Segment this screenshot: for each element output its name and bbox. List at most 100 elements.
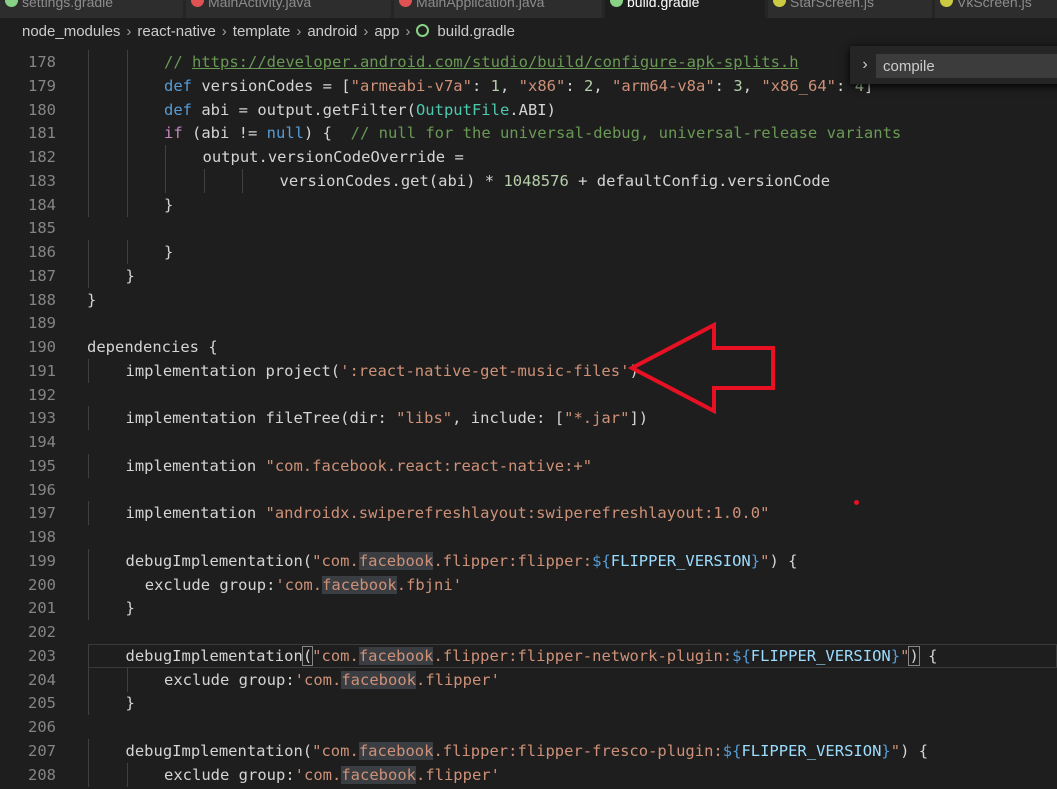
code-line[interactable]: 202 — [0, 620, 1057, 644]
code-line[interactable]: 205} — [0, 691, 1057, 716]
code-text: implementation fileTree(dir: "libs", inc… — [126, 406, 649, 430]
code-line[interactable]: 192 — [0, 383, 1057, 407]
code-token: FLIPPER_VERSION — [610, 551, 751, 570]
find-input[interactable] — [876, 54, 1057, 78]
line-number: 192 — [28, 385, 56, 404]
tab-label: settings.gradle — [22, 0, 114, 10]
line-number: 204 — [28, 670, 56, 689]
code-token: output.versionCodeOverride = — [202, 148, 464, 166]
line-number: 180 — [28, 100, 56, 119]
breadcrumb-item[interactable]: app — [374, 18, 399, 46]
code-editor[interactable]: 178 // https://developer.android.com/stud… — [0, 46, 1057, 789]
line-number: 182 — [28, 148, 56, 166]
indent-guide — [126, 50, 128, 74]
code-token: ) { — [900, 741, 929, 760]
line-number: 195 — [28, 456, 56, 475]
code-line[interactable]: 200 exclude group:'com.facebook.fbjni' — [0, 572, 1057, 597]
code-token: .flipper:flipper: — [433, 551, 593, 570]
red-dot-annotation — [854, 500, 859, 505]
code-token: facebook — [322, 575, 397, 594]
tab-build-gradle[interactable]: build.gradle — [605, 0, 766, 18]
indent-guide — [126, 145, 128, 169]
code-text: implementation "com.facebook.react:react… — [126, 454, 593, 478]
code-line[interactable]: 191 implementation project(':react-native… — [0, 358, 1057, 383]
code-line[interactable]: 198 — [0, 525, 1057, 549]
tab-starscreen-js[interactable]: StarScreen.js — [768, 0, 933, 18]
tab-label: MainActivity.java — [208, 0, 312, 10]
code-line[interactable]: 183 versionCodes.get(abi) * 1048576 + def… — [0, 168, 1057, 193]
code-line[interactable]: 193 implementation fileTree(dir: "libs", … — [0, 406, 1057, 431]
code-line[interactable]: 196 — [0, 478, 1057, 502]
chevron-right-icon: › — [363, 23, 369, 40]
code-token: } — [125, 599, 135, 618]
indent-guide — [88, 643, 89, 668]
code-token: "x86" — [518, 76, 566, 95]
breadcrumb: node_modules › react-native › template › andro… — [0, 18, 1057, 46]
tab-mainactivity-java[interactable]: MainActivity.java — [186, 0, 392, 18]
indent-guide — [88, 738, 89, 763]
code-line[interactable]: 184} — [0, 192, 1057, 217]
code-token: 'com. — [294, 765, 342, 784]
code-line[interactable]: 206 — [0, 715, 1057, 739]
indent-guide — [88, 240, 89, 264]
line-number: 178 — [28, 53, 56, 71]
tab-label: build.gradle — [627, 0, 700, 10]
code-line[interactable]: 207 debugImplementation("com.facebook.fli… — [0, 738, 1057, 763]
code-token: ) { — [769, 551, 798, 570]
indent-guide — [88, 97, 89, 122]
code-token: .flipper' — [415, 670, 500, 689]
code-token: , — [742, 76, 762, 95]
breadcrumb-item[interactable]: android — [307, 18, 357, 46]
tab-vkscreen-js[interactable]: VkScreen.js — [935, 0, 1057, 18]
indent-guide — [126, 121, 128, 146]
code-line[interactable]: 185 — [0, 216, 1057, 240]
code-line[interactable]: 201} — [0, 596, 1057, 621]
code-token: null — [266, 124, 304, 143]
code-line[interactable]: 186} — [0, 240, 1057, 264]
indent-guide — [88, 596, 89, 621]
code-line[interactable]: 181 if (abi != null) { // null for the un… — [0, 121, 1057, 146]
code-line[interactable]: 180 def abi = output.getFilter(OutputFile… — [0, 97, 1057, 122]
code-line[interactable]: 203 debugImplementation("com.facebook.fli… — [0, 643, 1057, 668]
code-line[interactable]: 190 dependencies { — [0, 335, 1057, 359]
code-text: } — [126, 691, 135, 715]
line-number: 189 — [28, 314, 56, 333]
code-token: facebook — [358, 741, 434, 760]
code-token: { — [918, 646, 938, 665]
breadcrumb-item[interactable]: build.gradle — [437, 18, 515, 46]
code-token: facebook — [341, 765, 416, 784]
breadcrumb-item[interactable]: template — [233, 18, 291, 46]
line-number: 202 — [28, 623, 56, 641]
breadcrumb-item[interactable]: node_modules — [22, 18, 120, 46]
indent-guide — [88, 263, 89, 288]
code-line[interactable]: 195 implementation "com.facebook.react:re… — [0, 453, 1057, 478]
tab-mainapplication-java[interactable]: MainApplication.java — [394, 0, 603, 18]
code-line[interactable]: 197 implementation "androidx.swiperefresh… — [0, 501, 1057, 526]
code-token: } — [164, 195, 174, 214]
code-line[interactable]: 189 — [0, 311, 1057, 335]
breadcrumb-item[interactable]: react-native — [137, 18, 215, 46]
tab-settings-gradle[interactable]: settings.gradle — [0, 0, 184, 18]
code-token: ':react-native-get-music-files' — [340, 361, 630, 380]
js-icon — [940, 0, 953, 7]
code-text: } — [126, 264, 135, 288]
gradle-icon — [416, 24, 430, 37]
code-token: debugImplementation — [125, 646, 303, 665]
code-line[interactable]: 208 exclude group:'com.facebook.flipper' — [0, 762, 1057, 787]
code-token: "com. — [312, 551, 359, 570]
line-number: 201 — [28, 599, 56, 618]
code-text: if (abi != null) { // null for the unive… — [164, 121, 901, 145]
code-line[interactable]: 204 exclude group:'com.facebook.flipper' — [0, 667, 1057, 692]
code-token: ${ — [722, 741, 742, 760]
code-line[interactable]: 199 debugImplementation("com.facebook.fli… — [0, 548, 1057, 573]
code-line[interactable]: 187} — [0, 263, 1057, 288]
code-token: // null for the universal-debug, univers… — [350, 124, 902, 143]
indent-guide — [88, 121, 89, 146]
code-line[interactable]: 188} — [0, 288, 1057, 312]
toggle-replace-chevron-icon[interactable]: › — [858, 54, 872, 76]
line-number: 199 — [28, 551, 56, 570]
code-line[interactable]: 194 — [0, 430, 1057, 454]
indent-guide — [126, 168, 128, 193]
code-line[interactable]: 182 output.versionCodeOverride = — [0, 145, 1057, 169]
line-number: 185 — [28, 219, 56, 238]
